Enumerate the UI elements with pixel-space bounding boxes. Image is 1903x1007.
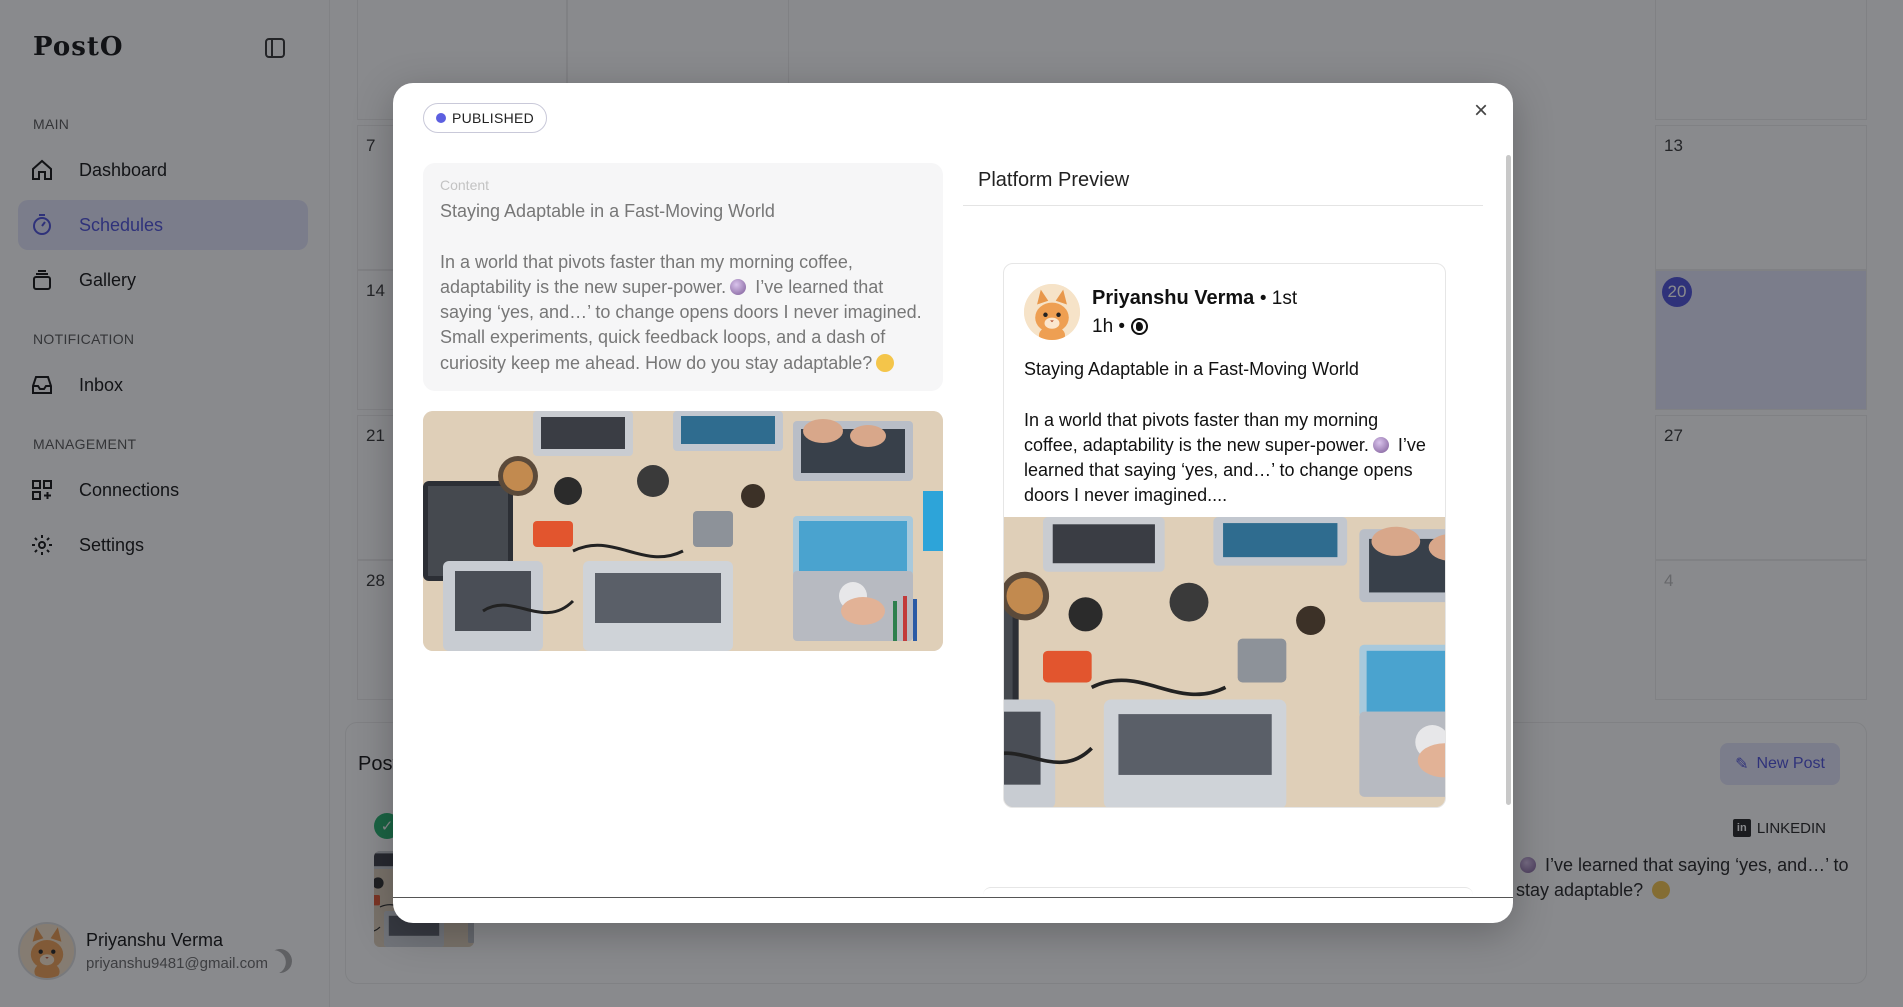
post-time-text: 1h • <box>1092 315 1126 337</box>
post-header: Priyanshu Verma • 1st 1h • <box>1024 284 1297 340</box>
divider <box>963 205 1483 206</box>
globe-icon <box>1131 318 1149 335</box>
next-preview-card-edge <box>983 887 1473 897</box>
linkedin-post-preview: Priyanshu Verma • 1st 1h • Staying Adapt… <box>1003 263 1446 808</box>
author-name: Priyanshu Verma • 1st <box>1092 287 1297 310</box>
post-image[interactable] <box>1004 517 1446 808</box>
post-body-1: In a world that pivots faster than my mo… <box>1024 409 1379 455</box>
close-button[interactable]: × <box>1467 97 1495 125</box>
crystal-ball-emoji-icon <box>730 278 747 295</box>
connection-degree: • 1st <box>1259 287 1298 309</box>
status-dot-icon <box>436 113 446 123</box>
post-title: Staying Adaptable in a Fast-Moving World <box>1024 359 1359 379</box>
scrollbar[interactable] <box>1506 155 1511 805</box>
content-label: Content <box>440 177 490 193</box>
status-badge: PUBLISHED <box>423 103 548 133</box>
status-label: PUBLISHED <box>452 110 535 126</box>
content-field[interactable]: Content Staying Adaptable in a Fast-Movi… <box>423 163 943 391</box>
author-name-text: Priyanshu Verma <box>1092 286 1255 309</box>
preview-title: Platform Preview <box>978 169 1130 191</box>
thinking-emoji-icon <box>876 353 895 372</box>
content-text: Staying Adaptable in a Fast-Moving World… <box>440 199 926 376</box>
content-title: Staying Adaptable in a Fast-Moving World <box>440 201 775 221</box>
content-image[interactable] <box>423 411 943 651</box>
platform-preview: Platform Preview Priyanshu Verma • 1st 1… <box>963 153 1483 923</box>
avatar <box>1024 284 1080 340</box>
post-time: 1h • <box>1092 316 1297 338</box>
post-details-modal: PUBLISHED × Content Staying Adaptable in… <box>393 83 1513 923</box>
post-text: Staying Adaptable in a Fast-Moving World… <box>1024 357 1434 509</box>
crystal-ball-emoji-icon <box>1372 436 1389 453</box>
divider <box>393 897 1513 898</box>
